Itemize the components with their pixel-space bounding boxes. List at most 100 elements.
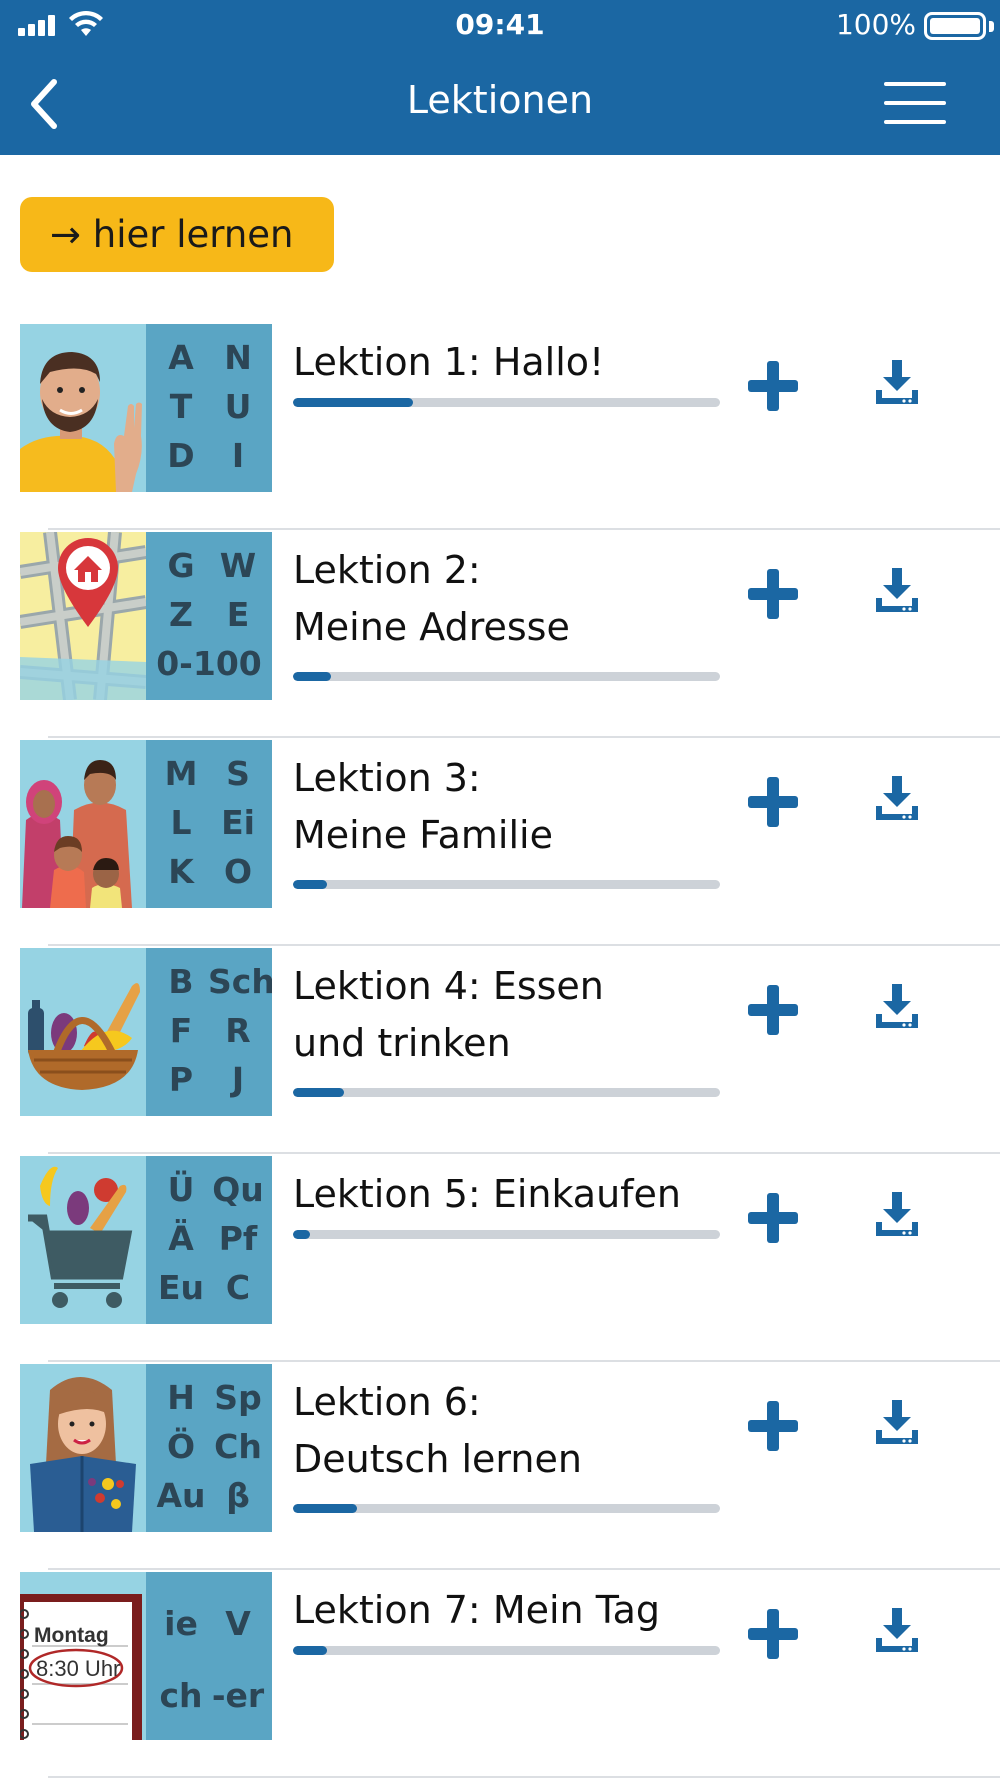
lesson-letter: W: [219, 546, 257, 585]
hamburger-menu-icon[interactable]: [884, 82, 946, 126]
lesson-letters: ANTUDI: [146, 324, 272, 492]
lesson-row[interactable]: H Sp Ö Ch Au β Lektion 6: Deutsch lernen: [0, 1362, 1000, 1570]
lesson-letter: -er: [211, 1676, 265, 1715]
lesson-title-line: Meine Familie: [293, 813, 553, 857]
lesson-title[interactable]: Lektion 1: Hallo!: [293, 334, 733, 391]
lesson-letters: ie Vch -er: [146, 1572, 272, 1740]
lesson-letter: Eu: [157, 1268, 205, 1307]
lesson-progress-fill: [293, 1504, 358, 1513]
lesson-letter: I: [231, 436, 245, 475]
download-icon[interactable]: [874, 984, 920, 1030]
lesson-progress-fill: [293, 1088, 345, 1097]
lesson-title[interactable]: Lektion 6: Deutsch lernen: [293, 1374, 733, 1488]
lesson-letter: β: [226, 1476, 250, 1515]
lesson-letters: G W Z E 0-100: [146, 532, 272, 700]
plus-icon[interactable]: [748, 1609, 798, 1659]
lesson-row[interactable]: M S L Ei K O Lektion 3: Meine Familie: [0, 738, 1000, 946]
lesson-title-line: und trinken: [293, 1021, 511, 1065]
lesson-letter: Ü: [167, 1170, 195, 1209]
plus-icon[interactable]: [748, 361, 798, 411]
shopping-cart-illustration: [20, 1156, 146, 1324]
calendar-time-text: 8:30 Uhr: [36, 1656, 120, 1681]
lesson-thumbnail[interactable]: B Sch F R P J: [20, 948, 272, 1116]
lesson-progress-bar: [293, 672, 720, 681]
lesson-thumbnail[interactable]: G W Z E 0-100: [20, 532, 272, 700]
lesson-letter: Qu: [212, 1170, 264, 1209]
lesson-thumbnail[interactable]: M S L Ei K O: [20, 740, 272, 908]
lesson-letter: Sp: [214, 1378, 262, 1417]
lesson-thumbnail[interactable]: Ü Qu Ä Pf Eu C: [20, 1156, 272, 1324]
lesson-title-line: Lektion 1: Hallo!: [293, 340, 605, 384]
lesson-letter: T: [169, 387, 193, 426]
lesson-letter: G: [167, 546, 195, 585]
plus-icon[interactable]: [748, 1401, 798, 1451]
calendar-day-text: Montag: [34, 1624, 109, 1647]
lesson-title-line: Lektion 3:: [293, 756, 481, 800]
lesson-letters: Ü Qu Ä Pf Eu C: [146, 1156, 272, 1324]
learn-here-button[interactable]: → hier lernen: [20, 197, 334, 272]
download-icon[interactable]: [874, 776, 920, 822]
lesson-letter: F: [169, 1011, 193, 1050]
calendar-illustration: Montag 8:30 Uhr: [20, 1572, 146, 1740]
plus-icon[interactable]: [748, 1193, 798, 1243]
lesson-row[interactable]: Montag 8:30 Uhr ie Vch -er Lektion 7: Mein …: [0, 1570, 1000, 1778]
lesson-letter: O: [223, 852, 253, 891]
lesson-thumbnail[interactable]: ANTUDI: [20, 324, 272, 492]
download-icon[interactable]: [874, 1608, 920, 1654]
lesson-row[interactable]: B Sch F R P J Lektion 4: Essen und trinken: [0, 946, 1000, 1154]
lesson-title-line: Lektion 6:: [293, 1380, 481, 1424]
lesson-thumbnail[interactable]: Montag 8:30 Uhr ie Vch -er: [20, 1572, 272, 1740]
lesson-letter: D: [167, 436, 195, 475]
lesson-title-line: Meine Adresse: [293, 605, 570, 649]
lesson-progress-bar: [293, 1646, 720, 1655]
plus-icon[interactable]: [748, 985, 798, 1035]
lesson-letter: P: [168, 1060, 194, 1099]
lesson-row[interactable]: A N T U D I Lektion 1: Hallo!: [0, 322, 1000, 530]
lesson-progress-bar: [293, 398, 720, 407]
lesson-progress-fill: [293, 1646, 328, 1655]
lesson-letter: E: [226, 595, 250, 634]
lesson-letter: A: [168, 338, 194, 377]
lesson-letter: Ä: [168, 1219, 194, 1258]
battery-percentage: 100%: [835, 8, 916, 41]
lesson-title-line: Deutsch lernen: [293, 1437, 582, 1481]
man-waving-illustration: [20, 324, 146, 492]
map-pin-house-illustration: [20, 532, 148, 700]
download-icon[interactable]: [874, 1192, 920, 1238]
lesson-thumbnail[interactable]: H Sp Ö Ch Au β: [20, 1364, 272, 1532]
lesson-title-line: Lektion 4: Essen: [293, 964, 604, 1008]
download-icon[interactable]: [874, 568, 920, 614]
lesson-title-line: Lektion 7: Mein Tag: [293, 1588, 661, 1632]
lesson-progress-fill: [293, 880, 328, 889]
lesson-letter: L: [170, 803, 192, 842]
lesson-title[interactable]: Lektion 2: Meine Adresse: [293, 542, 733, 656]
lesson-progress-bar: [293, 1504, 720, 1513]
lesson-letter: V: [225, 1604, 251, 1643]
lesson-letters: B Sch F R P J: [146, 948, 272, 1116]
lesson-letter: C: [225, 1268, 251, 1307]
plus-icon[interactable]: [748, 569, 798, 619]
download-icon[interactable]: [874, 360, 920, 406]
lesson-title[interactable]: Lektion 3: Meine Familie: [293, 750, 733, 864]
lesson-progress-fill: [293, 1230, 311, 1239]
lesson-title-line: Lektion 5: Einkaufen: [293, 1172, 682, 1216]
header-bar: 09:41 100% Lektionen: [0, 0, 1000, 155]
lesson-row[interactable]: G W Z E 0-100 Lektion 2: Meine Adresse: [0, 530, 1000, 738]
lesson-letter: Ch: [214, 1427, 262, 1466]
lesson-letter: Z: [169, 595, 193, 634]
lesson-title[interactable]: Lektion 7: Mein Tag: [293, 1582, 733, 1639]
lesson-letter: Au: [156, 1476, 206, 1515]
lesson-letter: H: [167, 1378, 195, 1417]
download-icon[interactable]: [874, 1400, 920, 1446]
lesson-row[interactable]: Ü Qu Ä Pf Eu C Lektion 5: Einkaufen: [0, 1154, 1000, 1362]
woman-reading-illustration: [20, 1364, 146, 1532]
lesson-letters: H Sp Ö Ch Au β: [146, 1364, 272, 1532]
lesson-title[interactable]: Lektion 4: Essen und trinken: [293, 958, 733, 1072]
lesson-letter: S: [226, 754, 250, 793]
plus-icon[interactable]: [748, 777, 798, 827]
lesson-letter: B: [168, 962, 194, 1001]
lesson-letter: J: [231, 1060, 245, 1099]
lesson-title[interactable]: Lektion 5: Einkaufen: [293, 1166, 733, 1223]
lesson-title-line: Lektion 2:: [293, 548, 481, 592]
lesson-list: A N T U D I Lektion 1: Hallo! G W Z E 0-100 Lektion…: [0, 322, 1000, 1778]
